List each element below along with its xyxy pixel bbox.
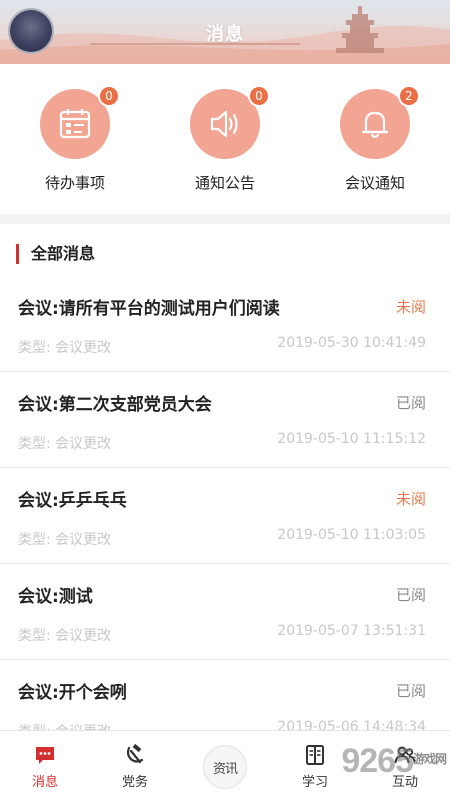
section-divider: [0, 214, 450, 224]
todo-count-badge: 0: [98, 85, 120, 107]
meeting-icon-circle: 2: [340, 85, 420, 159]
book-icon: [303, 743, 327, 767]
message-item[interactable]: 会议:请所有平台的测试用户们阅读 未阅 类型: 会议更改 2019-05-30 …: [0, 276, 450, 372]
shortcut-todo-label: 待办事项: [44, 174, 105, 192]
message-type: 类型: 会议更改: [18, 532, 112, 548]
message-title: 会议:第二次支部党员大会: [18, 395, 212, 415]
message-time: 2019-05-10 11:15:12: [277, 431, 426, 447]
message-status: 已阅: [395, 682, 426, 700]
message-type: 类型: 会议更改: [18, 340, 112, 356]
news-logo: 资讯: [203, 745, 247, 789]
shortcut-notice-label: 通知公告: [194, 174, 255, 192]
message-type: 类型: 会议更改: [18, 628, 112, 644]
message-title: 会议:乒乒乓乓: [18, 491, 127, 511]
page-title: 消息: [206, 24, 244, 45]
speaker-icon: [210, 110, 238, 138]
nav-party[interactable]: 党务: [90, 731, 180, 800]
message-item[interactable]: 会议:测试 已阅 类型: 会议更改 2019-05-07 13:51:31: [0, 564, 450, 660]
message-status: 未阅: [395, 298, 426, 316]
message-title: 会议:开个会咧: [18, 683, 127, 703]
meeting-count-badge: 2: [398, 85, 420, 107]
notice-count-badge: 0: [248, 85, 270, 107]
shortcut-row: 0 待办事项 0 通知公告 2 会议通知: [0, 64, 450, 214]
message-time: 2019-05-30 10:41:49: [277, 335, 426, 351]
message-list: 会议:请所有平台的测试用户们阅读 未阅 类型: 会议更改 2019-05-30 …: [0, 276, 450, 756]
shortcut-meeting[interactable]: 2 会议通知: [300, 64, 450, 214]
notice-icon-circle: 0: [190, 85, 270, 159]
calendar-icon: [59, 109, 91, 139]
message-status: 未阅: [395, 490, 426, 508]
message-status: 已阅: [395, 394, 426, 412]
nav-party-label: 党务: [121, 775, 148, 790]
message-title: 会议:请所有平台的测试用户们阅读: [18, 299, 280, 319]
message-time: 2019-05-10 11:03:05: [277, 527, 426, 543]
message-time: 2019-05-07 13:51:31: [277, 623, 426, 639]
watermark-number: 9265: [341, 742, 414, 780]
section-title: 全部消息: [16, 244, 95, 264]
site-watermark: 9265游戏网: [341, 742, 447, 781]
message-status: 已阅: [395, 586, 426, 604]
shortcut-todo[interactable]: 0 待办事项: [0, 64, 150, 214]
nav-study-label: 学习: [301, 775, 328, 790]
hammer-sickle-icon: [123, 743, 147, 767]
nav-messages-label: 消息: [31, 775, 58, 790]
message-type: 类型: 会议更改: [18, 436, 112, 452]
shortcut-meeting-label: 会议通知: [344, 174, 405, 192]
message-item[interactable]: 会议:第二次支部党员大会 已阅 类型: 会议更改 2019-05-10 11:1…: [0, 372, 450, 468]
header-bar: 消息: [0, 0, 450, 64]
bell-icon: [361, 111, 389, 139]
nav-messages[interactable]: 消息: [0, 731, 90, 800]
message-item[interactable]: 会议:乒乒乓乓 未阅 类型: 会议更改 2019-05-10 11:03:05: [0, 468, 450, 564]
message-title: 会议:测试: [18, 587, 93, 607]
nav-news[interactable]: 资讯: [180, 731, 270, 800]
shortcut-notice[interactable]: 0 通知公告: [150, 64, 300, 214]
chat-bubble-icon: [33, 743, 57, 767]
watermark-text: 游戏网: [412, 752, 447, 766]
todo-icon-circle: 0: [40, 85, 120, 159]
